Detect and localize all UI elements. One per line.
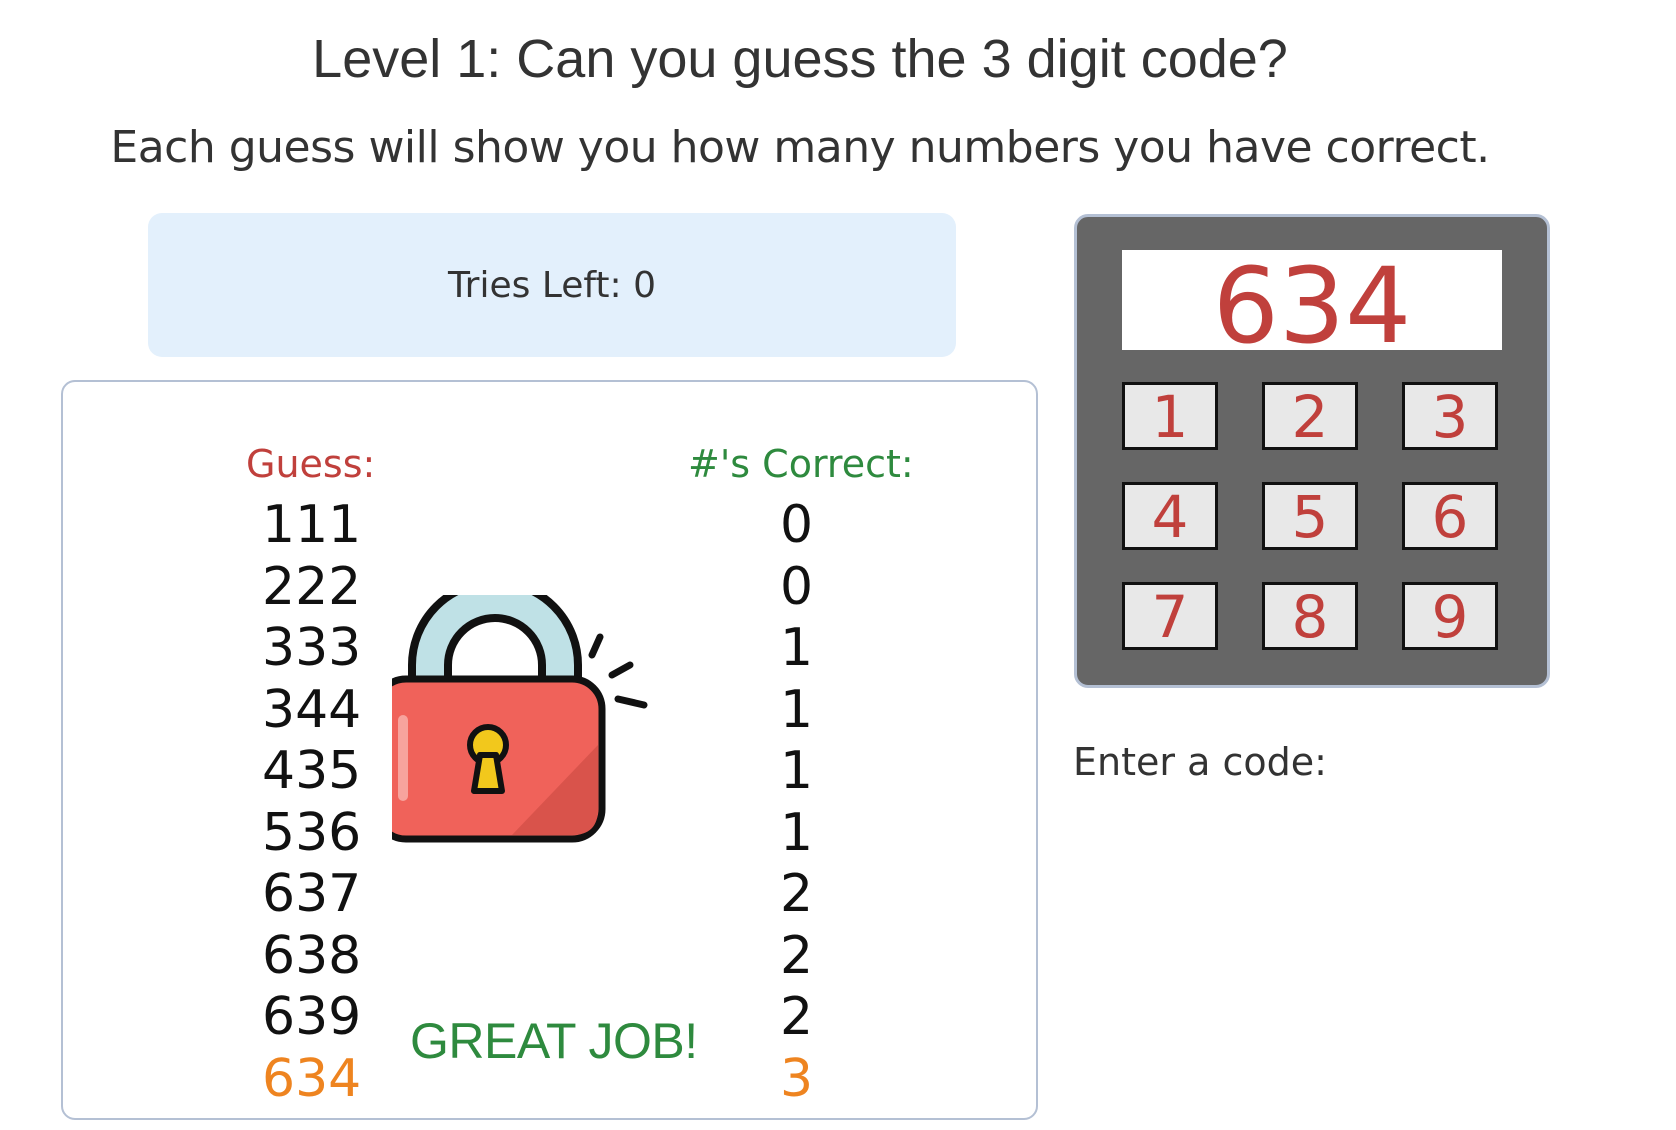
correct-count-list: 0011112223 [780, 495, 813, 1110]
tries-left-text: Tries Left: 0 [447, 264, 657, 306]
guess-row: 639 [262, 987, 362, 1047]
guess-row: 634 [262, 1048, 362, 1109]
unlocked-padlock-icon [392, 595, 648, 843]
guess-row: 637 [262, 864, 362, 924]
keypad-key-9[interactable]: 9 [1402, 582, 1498, 650]
guess-list: 111 222 333 344 435 536 637 638 639 634 [262, 495, 361, 1110]
correct-count-row: 1 [780, 802, 814, 863]
correct-count-row: 3 [780, 1048, 814, 1109]
correct-count-row: 1 [780, 618, 814, 678]
correct-count-row: 2 [780, 987, 814, 1047]
correct-count-row: 2 [780, 864, 814, 924]
guess-row: 638 [262, 925, 362, 986]
guess-row: 111 [262, 495, 362, 555]
keypad-key-7[interactable]: 7 [1122, 582, 1218, 650]
keypad-key-1[interactable]: 1 [1122, 382, 1218, 450]
correct-column-heading: #'s Correct: [688, 442, 914, 486]
keypad-key-6[interactable]: 6 [1402, 482, 1498, 550]
guess-column-heading: Guess: [246, 442, 376, 486]
guess-row: 536 [262, 802, 362, 863]
guess-row: 435 [262, 741, 362, 801]
correct-count-row: 1 [780, 679, 814, 740]
keypad-key-2[interactable]: 2 [1262, 382, 1358, 450]
keypad-key-8[interactable]: 8 [1262, 582, 1358, 650]
enter-code-label: Enter a code: [1073, 740, 1327, 784]
correct-count-row: 0 [780, 495, 814, 555]
tries-left-panel: Tries Left: 0 [148, 213, 956, 357]
game-page: Level 1: Can you guess the 3 digit code?… [0, 0, 1676, 1130]
guess-row: 344 [262, 679, 362, 740]
page-title: Level 1: Can you guess the 3 digit code? [312, 29, 1288, 89]
guess-row: 222 [262, 556, 362, 617]
guess-row: 333 [262, 618, 362, 678]
keypad-key-5[interactable]: 5 [1262, 482, 1358, 550]
code-display: 634 [1122, 250, 1502, 362]
correct-count-row: 1 [780, 741, 814, 801]
correct-count-row: 0 [780, 556, 814, 617]
keypad-key-3[interactable]: 3 [1402, 382, 1498, 450]
success-message: GREAT JOB! [410, 1013, 698, 1069]
keypad-key-4[interactable]: 4 [1122, 482, 1218, 550]
page-subtitle: Each guess will show you how many number… [110, 122, 1490, 173]
correct-count-row: 2 [780, 925, 814, 986]
